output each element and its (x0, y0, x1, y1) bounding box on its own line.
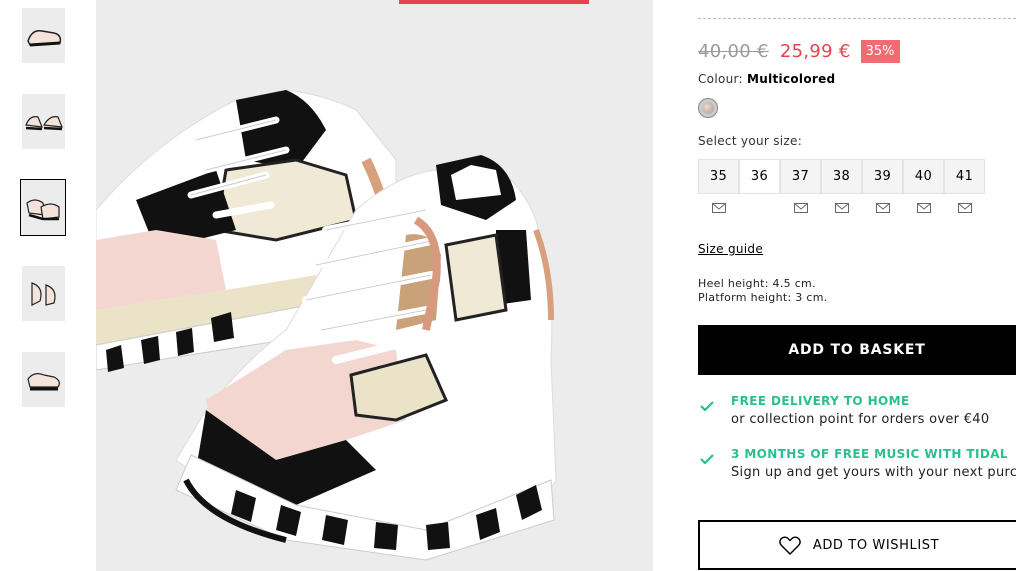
check-icon (700, 454, 714, 465)
sneaker-image (96, 89, 557, 561)
heel-height: Heel height: 4.5 cm. (698, 277, 816, 290)
perk-subtitle: or collection point for orders over €40 (731, 412, 990, 427)
size-label: Select your size: (698, 134, 803, 148)
colour-info: Colour: Multicolored (698, 72, 835, 86)
thumbnail-3[interactable] (20, 179, 66, 236)
discount-badge: 35% (860, 39, 900, 63)
thumbnail-5[interactable] (22, 352, 65, 407)
wishlist-label: ADD TO WISHLIST (812, 537, 940, 553)
size-option-selected[interactable]: 36 (739, 159, 780, 194)
heart-icon (779, 536, 801, 555)
divider (698, 18, 1016, 19)
platform-height: Platform height: 3 cm. (698, 291, 828, 304)
product-main-image[interactable] (96, 0, 653, 571)
perk-subtitle: Sign up and get yours with your next pur… (731, 465, 1016, 480)
perk-title: 3 MONTHS OF FREE MUSIC WITH TIDAL (731, 447, 1008, 461)
notify-row (698, 201, 985, 215)
envelope-icon[interactable] (834, 203, 849, 213)
colour-value: Multicolored (747, 72, 836, 86)
colour-label: Colour: (698, 72, 743, 86)
product-details: Heel height: 4.5 cm. Platform height: 3 … (698, 277, 828, 305)
size-option[interactable]: 40 (903, 159, 944, 194)
perk-tidal-music: 3 MONTHS OF FREE MUSIC WITH TIDAL Sign u… (698, 447, 1016, 480)
thumbnail-1[interactable] (22, 8, 65, 63)
size-option[interactable]: 41 (944, 159, 985, 194)
envelope-icon[interactable] (916, 203, 931, 213)
add-to-basket-button[interactable]: ADD TO BASKET (698, 325, 1016, 375)
sale-price: 25,99 € (779, 40, 851, 62)
size-guide-link[interactable]: Size guide (698, 242, 763, 256)
perk-free-delivery: FREE DELIVERY TO HOME or collection poin… (698, 394, 989, 427)
size-selector: 35 36 37 38 39 40 41 (698, 159, 985, 194)
envelope-icon[interactable] (957, 203, 972, 213)
envelope-icon[interactable] (875, 203, 890, 213)
perk-title: FREE DELIVERY TO HOME (731, 394, 910, 408)
price-row: 40,00 € 25,99 € 35% (698, 37, 900, 65)
size-option[interactable]: 35 (698, 159, 739, 194)
check-icon (700, 401, 714, 412)
envelope-icon[interactable] (793, 203, 808, 213)
old-price: 40,00 € (698, 40, 769, 62)
add-to-wishlist-button[interactable]: ADD TO WISHLIST (698, 520, 1016, 570)
size-option[interactable]: 37 (780, 159, 821, 194)
product-info-panel: 40,00 € 25,99 € 35% Colour: Multicolored… (698, 0, 1016, 571)
colour-swatch[interactable] (698, 98, 718, 118)
size-option[interactable]: 38 (821, 159, 862, 194)
thumbnail-4[interactable] (22, 266, 65, 321)
thumbnail-strip (0, 0, 90, 571)
thumbnail-2[interactable] (22, 94, 65, 149)
size-option[interactable]: 39 (862, 159, 903, 194)
envelope-icon[interactable] (711, 203, 726, 213)
